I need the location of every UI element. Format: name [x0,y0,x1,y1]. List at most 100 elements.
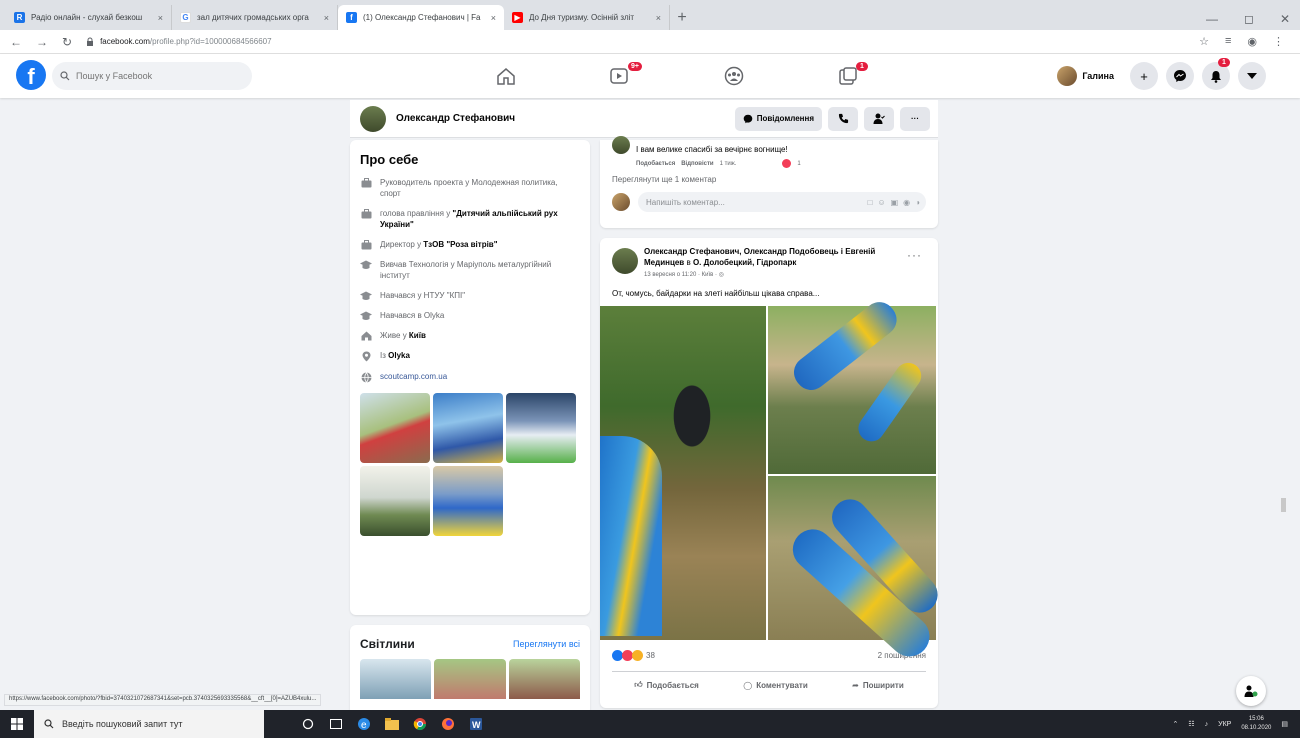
message-button[interactable]: Повідомлення [734,106,822,131]
post-photo[interactable] [768,476,946,665]
tab-strip: R Радіо онлайн - слухай безкош × Gзал дитяч… [6,5,670,30]
sticker-icon[interactable]: □ [868,198,873,207]
tab-title: зал дитячих громадських орга [197,13,309,22]
gif-icon[interactable]: ◉ [903,198,910,207]
photo-thumbnail[interactable] [434,659,506,699]
browser-tab[interactable]: Gзал дитячих громадських орга × [172,5,338,30]
reading-list-icon[interactable]: ≡ [1225,35,1231,48]
post-location-prefix: в [684,258,693,267]
task-view-icon[interactable] [322,710,350,738]
tray-chevron-icon[interactable]: ⌃ [1172,720,1178,728]
share-button[interactable]: ➦ Поширити [852,680,904,690]
clock[interactable]: 15:06 08.10.2020 [1241,715,1271,733]
create-button[interactable]: + [1130,62,1158,90]
website-link[interactable]: scoutcamp.com.ua [380,372,447,381]
friend-status-button[interactable] [864,106,894,131]
browser-tab[interactable]: f (1) Олександр Стефанович | Fa × [338,5,504,30]
emoji-icon[interactable]: ☺ [877,198,885,207]
commenter-avatar[interactable] [612,136,630,154]
notifications-button[interactable]: 1 [1202,58,1230,90]
comment-reply-link[interactable]: Відповісти [681,161,713,167]
forward-arrow-icon[interactable]: → [36,35,48,49]
photo-thumbnail[interactable] [360,659,432,699]
firefox-icon[interactable] [434,710,462,738]
my-avatar [612,193,630,211]
profile-shortcut[interactable]: Галина [1055,62,1122,90]
post-photo[interactable] [600,306,766,640]
post-location[interactable]: О. Долобецкий, Гідропарк [693,258,796,267]
file-explorer-icon[interactable] [378,710,406,738]
system-tray: ⌃ ☷ ♪ УКР 15:06 08.10.2020 ▤ [1172,715,1288,733]
sticker2-icon[interactable]: ◑ [915,198,920,207]
post-author-avatar[interactable] [612,248,638,274]
search-input[interactable] [76,71,236,81]
facebook-logo[interactable]: f [16,60,46,90]
tab-close-icon[interactable]: × [656,13,661,23]
profile-avatar[interactable] [360,105,386,132]
share-label: Поширити [862,680,904,690]
page-scrollbar[interactable] [1281,498,1286,512]
featured-photo[interactable] [506,393,576,463]
post-options-button[interactable]: ··· [907,248,922,262]
featured-photo[interactable] [433,393,503,463]
bookmark-star-icon[interactable]: ☆ [1199,35,1209,48]
comment-button[interactable]: ◯ Коментувати [743,680,807,690]
tab-close-icon[interactable]: × [158,13,163,23]
back-arrow-icon[interactable]: ← [10,35,22,49]
account-menu-button[interactable] [1238,62,1266,90]
comment-like-link[interactable]: Подобається [636,161,675,167]
see-all-photos-link[interactable]: Переглянути всі [513,639,580,649]
chrome-icon[interactable] [406,710,434,738]
reload-icon[interactable]: ↻ [62,35,72,49]
close-window-icon[interactable]: ✕ [1280,12,1290,26]
new-tab-button[interactable]: + [670,5,694,30]
about-item-entity[interactable]: Київ [409,331,426,340]
featured-photo[interactable] [433,466,503,536]
reaction-count[interactable]: 38 [646,651,655,660]
tab-close-icon[interactable]: × [491,13,496,23]
main-navigation: 9+ 1 [470,58,884,94]
about-item-entity[interactable]: Olyka [388,351,410,360]
photo-thumbnail[interactable] [508,659,580,699]
post-date[interactable]: 13 вересня о 11:20 · Київ · [644,272,717,278]
url-field[interactable]: facebook.com/profile.php?id=100000684566… [86,37,1185,46]
like-button[interactable]: 👍︎ Подобається [634,680,699,690]
featured-photo[interactable] [360,393,430,463]
nav-gaming[interactable]: 1 [812,58,884,94]
edge-icon[interactable]: e [350,710,378,738]
taskbar-search[interactable]: Введіть пошуковий запит тут [34,710,264,738]
browser-tab[interactable]: R Радіо онлайн - слухай безкош × [6,5,172,30]
tab-favicon-icon: ▶ [512,12,523,23]
word-icon[interactable]: W [462,710,490,738]
view-more-comments[interactable]: Переглянути ще 1 коментар [612,175,926,184]
messenger-button[interactable] [1166,62,1194,90]
cortana-icon[interactable] [294,710,322,738]
minimize-icon[interactable]: — [1206,12,1218,26]
tab-close-icon[interactable]: × [324,13,329,23]
comment-input[interactable]: Напишіть коментар... □ ☺ ▣ ◉ ◑ [638,192,926,212]
notification-center-icon[interactable]: ▤ [1281,720,1288,728]
gaming-icon [839,67,857,85]
taskbar-apps: e W [294,710,490,738]
camera-icon[interactable]: ▣ [891,198,899,207]
about-item-entity[interactable]: ТзОВ "Роза вітрів" [423,240,497,249]
featured-photo[interactable] [360,466,430,536]
browser-tab[interactable]: ▶ До Дня туризму. Осінній зліт × [504,5,670,30]
nav-watch[interactable]: 9+ [584,58,656,94]
call-button[interactable] [828,106,858,131]
network-icon[interactable]: ☷ [1188,720,1194,728]
new-message-button[interactable] [1236,676,1266,706]
language-indicator[interactable]: УКР [1218,721,1231,728]
search-icon [44,719,54,729]
account-icon[interactable]: ◉ [1247,35,1257,48]
post-photo[interactable] [768,295,936,474]
more-options-button[interactable]: ··· [900,106,930,131]
facebook-search[interactable] [52,62,252,90]
profile-name[interactable]: Олександр Стефанович [396,113,515,124]
volume-icon[interactable]: ♪ [1205,721,1209,728]
nav-groups[interactable] [698,58,770,94]
start-button[interactable] [0,710,34,738]
nav-home[interactable] [470,58,542,94]
menu-kebab-icon[interactable]: ⋮ [1273,35,1284,48]
restore-icon[interactable]: ◻ [1244,12,1254,26]
